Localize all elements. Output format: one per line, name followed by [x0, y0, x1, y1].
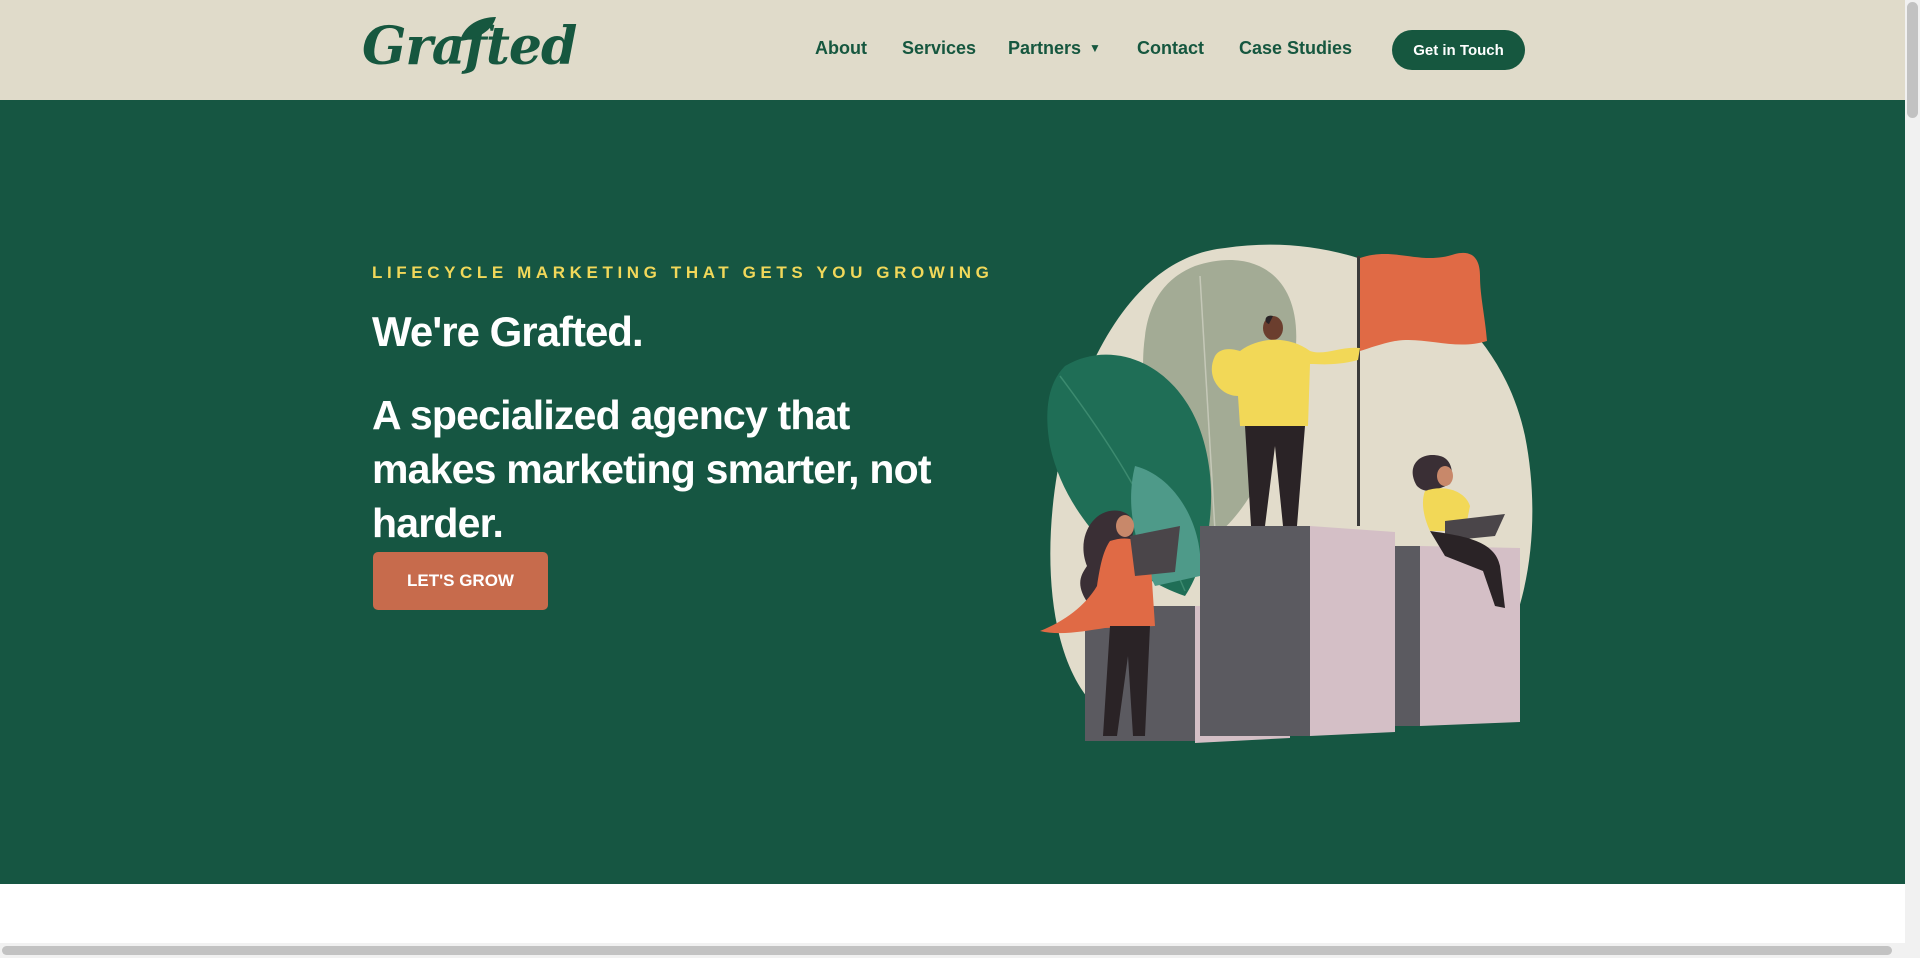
- nav-case-studies[interactable]: Case Studies: [1239, 38, 1352, 59]
- nav-partners[interactable]: Partners ▼: [1008, 38, 1101, 59]
- leaf-icon: [460, 17, 496, 41]
- horizontal-scrollbar-thumb[interactable]: [2, 946, 1892, 955]
- chevron-down-icon: ▼: [1089, 41, 1101, 55]
- nav-partners-label: Partners: [1008, 38, 1082, 58]
- team-on-podium-illustration: [1040, 244, 1533, 743]
- vertical-scrollbar-thumb[interactable]: [1907, 2, 1918, 118]
- get-in-touch-button[interactable]: Get in Touch: [1392, 30, 1525, 70]
- vertical-scrollbar[interactable]: [1905, 0, 1920, 958]
- nav-contact[interactable]: Contact: [1137, 38, 1204, 59]
- nav-about[interactable]: About: [815, 38, 867, 59]
- hero-eyebrow: LIFECYCLE MARKETING THAT GETS YOU GROWIN…: [372, 263, 994, 282]
- hero-title: We're Grafted.: [372, 308, 644, 355]
- hero-subtitle: A specialized agency that makes marketin…: [372, 392, 931, 546]
- nav-services[interactable]: Services: [902, 38, 976, 59]
- site-header: Grafted About Services Partners ▼ Contact…: [0, 0, 1905, 100]
- lets-grow-button[interactable]: LET'S GROW: [373, 552, 548, 610]
